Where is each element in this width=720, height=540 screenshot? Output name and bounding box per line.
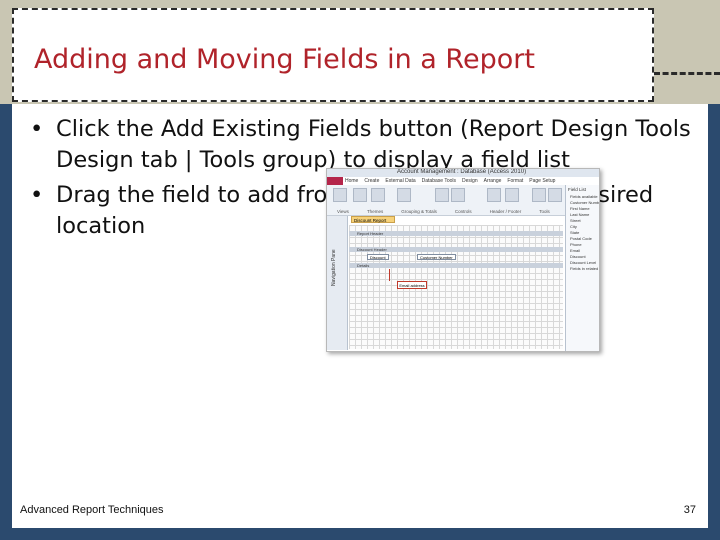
group-label: Header / Footer <box>489 209 522 214</box>
ribbon-tab: Arrange <box>483 178 502 184</box>
logo-icon <box>487 188 501 202</box>
slide-title: Adding and Moving Fields in a Report <box>34 44 535 75</box>
group-label: Themes <box>366 209 384 214</box>
page-number: 37 <box>683 504 696 516</box>
window-title: Account Management : Database (Access 20… <box>397 169 527 175</box>
field-list-title: Field List <box>568 187 587 192</box>
group-label: Controls <box>454 209 472 214</box>
bullet-item: • Click the Add Existing Fields button (… <box>22 114 702 176</box>
title-icon <box>505 188 519 202</box>
colors-icon <box>371 188 385 202</box>
section-bar <box>349 263 563 268</box>
section-label: Report Header <box>357 231 384 236</box>
textbox-icon <box>451 188 465 202</box>
group-label: Grouping & Totals <box>401 209 437 214</box>
nav-pane-label: Navigation Pane <box>331 249 337 286</box>
design-grid <box>349 225 563 349</box>
ribbon-tab: Create <box>364 178 380 184</box>
view-icon <box>333 188 347 202</box>
bullet-marker: • <box>30 116 44 142</box>
ribbon-tab: External Data <box>385 178 416 184</box>
title-dash-divider <box>654 72 720 75</box>
navigation-pane: Navigation Pane <box>327 216 348 350</box>
bullet-text: Click the Add Existing Fields button (Re… <box>56 116 691 173</box>
footer-label: Advanced Report Techniques <box>20 504 164 516</box>
ribbon-tab: Home <box>345 178 359 184</box>
ribbon-tab: Page Setup <box>529 178 556 184</box>
ribbon-tab: Format <box>507 178 524 184</box>
file-tab <box>327 177 343 185</box>
title-frame: Adding and Moving Fields in a Report <box>12 8 654 102</box>
field-list-pane: Field List Fields available Customer Num… <box>565 185 599 351</box>
bullet-marker: • <box>30 182 44 208</box>
callout-line <box>389 269 390 281</box>
report-control: Customer Number <box>417 254 456 260</box>
access-screenshot: Account Management : Database (Access 20… <box>326 168 600 352</box>
group-sort-icon <box>397 188 411 202</box>
ribbon-tab: Database Tools <box>421 178 457 184</box>
section-label: Discount Header <box>357 247 387 252</box>
ribbon-group-labels: Views Themes Grouping & Totals Controls … <box>327 209 550 214</box>
ribbon-tabs: Home Create External Data Database Tools… <box>345 177 555 185</box>
themes-icon <box>353 188 367 202</box>
window-titlebar: Account Management : Database (Access 20… <box>327 169 599 177</box>
property-sheet-icon <box>548 188 562 202</box>
field-list-item: Fields in related <box>570 266 599 271</box>
add-existing-fields-icon <box>532 188 546 202</box>
report-control: Discount <box>367 254 389 260</box>
document-tab: Discount Report <box>351 216 395 223</box>
callout-box: Email address <box>397 281 427 289</box>
ribbon-tab: Design <box>462 178 478 184</box>
section-label: Details <box>357 263 370 268</box>
group-label: Tools <box>539 209 550 214</box>
group-label: Views <box>337 209 349 214</box>
controls-icon <box>435 188 449 202</box>
